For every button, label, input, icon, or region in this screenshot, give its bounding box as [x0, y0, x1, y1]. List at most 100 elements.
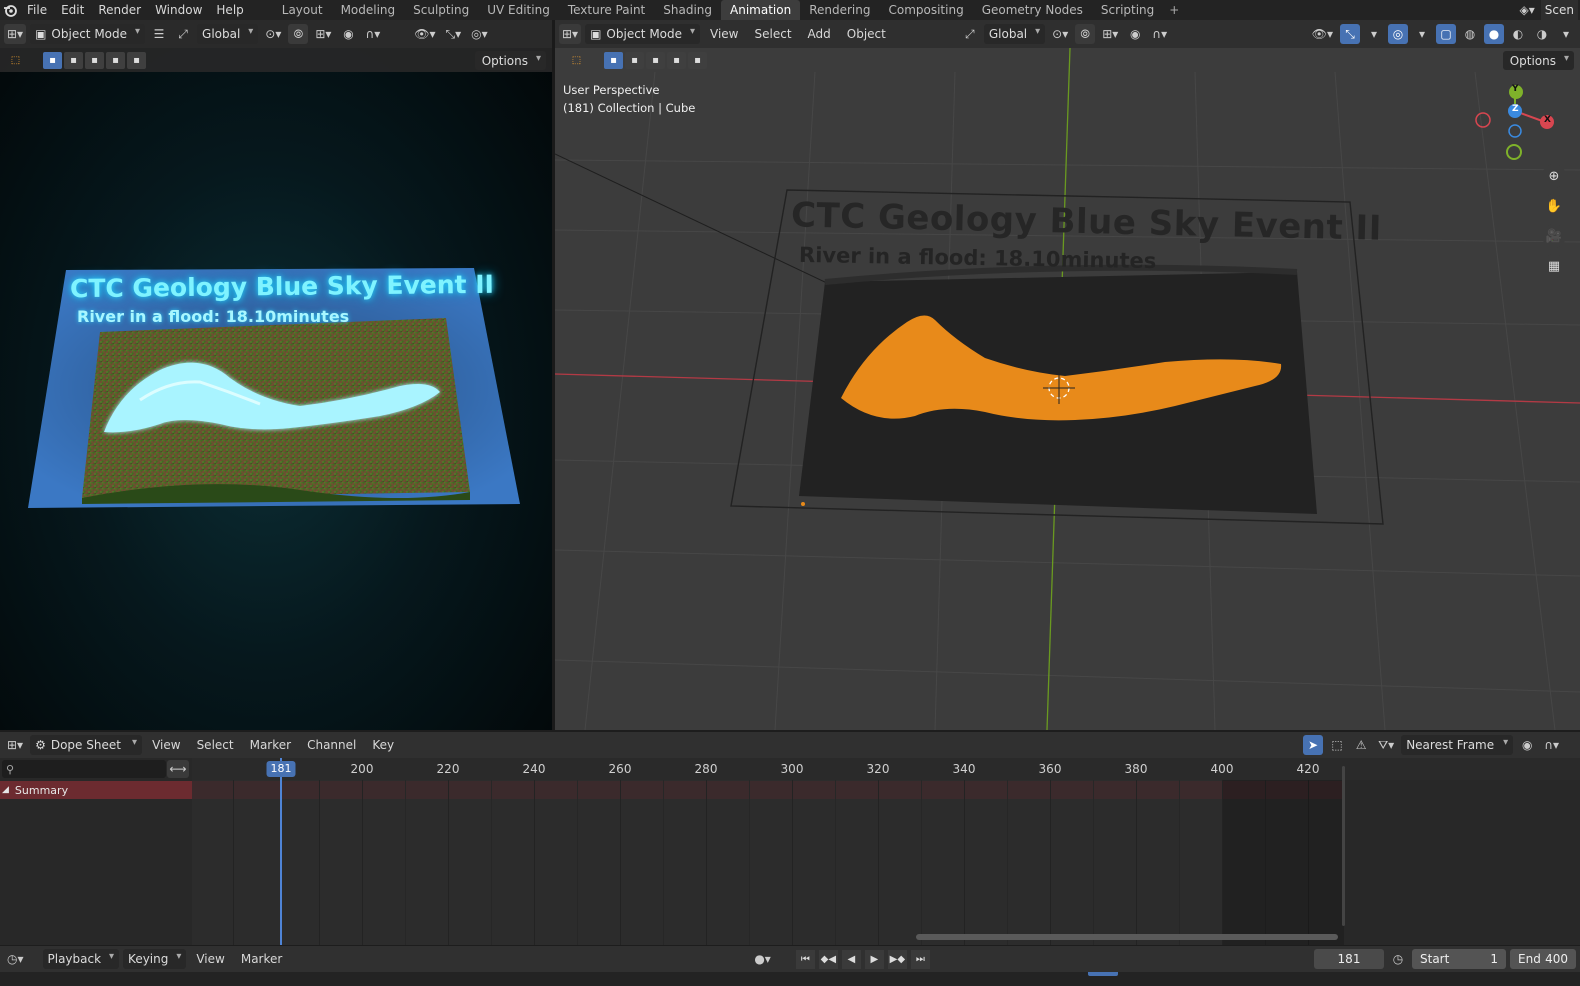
swap-icon[interactable]: ⟷: [167, 760, 189, 778]
playback-dropdown[interactable]: Playback: [42, 949, 120, 969]
menu-marker[interactable]: Marker: [235, 952, 288, 966]
frame-ruler[interactable]: 200 220 240 260 280 300 320 340 360 380 …: [192, 758, 1580, 780]
viewport-info: User Perspective (181) Collection | Cube: [563, 81, 695, 117]
start-frame-field[interactable]: Start 1: [1412, 949, 1506, 969]
dope-sheet-header: ⊞▾ ⚙ Dope Sheet View Select Marker Chann…: [0, 732, 1580, 758]
frame-tick: 240: [522, 762, 546, 776]
zoom-icon[interactable]: ⊕: [1542, 164, 1566, 188]
frame-tick: 320: [866, 762, 890, 776]
current-frame-value: 181: [1337, 952, 1361, 966]
blender-logo-icon[interactable]: [0, 0, 20, 20]
gizmo-z-label: Z: [1512, 104, 1519, 114]
workspace-tab-scripting[interactable]: Scripting: [1092, 0, 1163, 20]
menu-select[interactable]: Select: [191, 738, 240, 752]
rendered-scene: [28, 268, 520, 508]
menu-window[interactable]: Window: [148, 0, 209, 20]
jump-end-icon[interactable]: ⏭: [910, 949, 930, 969]
camera-view-icon[interactable]: 🎥: [1542, 224, 1566, 248]
menu-help[interactable]: Help: [209, 0, 250, 20]
menu-file[interactable]: File: [20, 0, 54, 20]
frame-tick: 380: [1124, 762, 1148, 776]
status-bar: [0, 972, 1580, 986]
play-reverse-icon[interactable]: ◀: [841, 949, 861, 969]
add-workspace-icon[interactable]: +: [1163, 3, 1185, 17]
dope-sheet-mode-dropdown[interactable]: ⚙ Dope Sheet: [30, 735, 143, 755]
editor-type-icon[interactable]: ◷▾: [4, 949, 27, 969]
render-title-text: CTC Geology Blue Sky Event II: [69, 269, 494, 304]
playhead-line[interactable]: [280, 758, 282, 945]
vertical-scrollbar[interactable]: [1342, 766, 1345, 926]
frame-tick: 340: [952, 762, 976, 776]
frame-tick: 300: [780, 762, 804, 776]
jump-start-icon[interactable]: ⏮: [795, 949, 815, 969]
record-icon[interactable]: ●▾: [751, 949, 774, 969]
workspace-tab-geometry-nodes[interactable]: Geometry Nodes: [973, 0, 1092, 20]
rendered-viewport[interactable]: ⊞▾ ▣ Object Mode ☰ ⤢ Global ⊙▾ ⦾ ⊞▾ ◉ ∩▾…: [0, 20, 552, 730]
only-errors-icon[interactable]: ⚠: [1351, 735, 1371, 755]
dope-sheet-icon: ⚙: [35, 738, 46, 752]
workspace-tab-uv-editing[interactable]: UV Editing: [478, 0, 559, 20]
workspace-tab-shading[interactable]: Shading: [654, 0, 721, 20]
perspective-toggle-icon[interactable]: ▦: [1542, 254, 1566, 278]
workspace-tab-animation[interactable]: Animation: [721, 0, 801, 20]
dope-sheet-editor[interactable]: ⊞▾ ⚙ Dope Sheet View Select Marker Chann…: [0, 732, 1580, 945]
playhead-frame-indicator[interactable]: 181: [266, 761, 296, 777]
horizontal-scrollbar[interactable]: [916, 934, 1338, 940]
preview-range-icon[interactable]: ◷: [1388, 949, 1408, 969]
menu-channel[interactable]: Channel: [301, 738, 362, 752]
frame-tick: 400: [1210, 762, 1234, 776]
collection-label: (181) Collection | Cube: [563, 101, 696, 115]
workspace-tab-texture-paint[interactable]: Texture Paint: [559, 0, 654, 20]
menu-edit[interactable]: Edit: [54, 0, 91, 20]
channel-summary[interactable]: ◢ Summary: [0, 781, 192, 799]
expand-triangle-icon[interactable]: ◢: [2, 785, 9, 795]
render-subtitle-text: River in a flood: 18.10minutes: [77, 307, 350, 326]
perspective-label: User Perspective: [563, 83, 660, 97]
current-frame-field[interactable]: 181: [1314, 949, 1384, 969]
scene-selector-icon[interactable]: ◈▾: [1520, 3, 1535, 17]
dope-sheet-mode-label: Dope Sheet: [50, 738, 121, 752]
snapping-dropdown[interactable]: Nearest Frame: [1401, 735, 1514, 755]
frame-tick: 420: [1296, 762, 1320, 776]
start-value: 1: [1490, 952, 1498, 966]
end-value: 400: [1545, 952, 1568, 966]
workspace-tab-compositing[interactable]: Compositing: [879, 0, 972, 20]
viewport-scene: [555, 47, 1580, 730]
timeline-header: ◷▾ Playback Keying View Marker ●▾ ⏮ ◆◀ ◀…: [0, 946, 1580, 972]
solid-viewport[interactable]: ⊞▾ ▣ Object Mode View Select Add Object …: [555, 20, 1580, 730]
editor-type-icon[interactable]: ⊞▾: [4, 735, 26, 755]
workspace-tab-layout[interactable]: Layout: [273, 0, 332, 20]
workspace-tab-modeling[interactable]: Modeling: [332, 0, 405, 20]
falloff-icon[interactable]: ∩▾: [1541, 735, 1562, 755]
workspace-tab-sculpting[interactable]: Sculpting: [404, 0, 478, 20]
show-hidden-icon[interactable]: ⬚: [1327, 735, 1347, 755]
menu-marker[interactable]: Marker: [244, 738, 297, 752]
menu-key[interactable]: Key: [366, 738, 400, 752]
top-menu-bar: File Edit Render Window Help Layout Mode…: [0, 0, 1580, 20]
play-icon[interactable]: ▶: [864, 949, 884, 969]
channel-search-input[interactable]: ⚲: [2, 760, 166, 778]
scene-name-field[interactable]: Scen: [1540, 0, 1578, 20]
navigation-gizmo[interactable]: [1475, 85, 1554, 160]
menu-view[interactable]: View: [190, 952, 230, 966]
frame-tick: 360: [1038, 762, 1062, 776]
menu-render[interactable]: Render: [91, 0, 148, 20]
proportional-edit-icon[interactable]: ◉: [1517, 735, 1537, 755]
frame-tick: 200: [350, 762, 374, 776]
menu-view[interactable]: View: [146, 738, 186, 752]
workspace-tab-rendering[interactable]: Rendering: [800, 0, 879, 20]
gizmo-y-label: Y: [1512, 84, 1519, 94]
pan-hand-icon[interactable]: ✋: [1542, 194, 1566, 218]
frame-tick: 220: [436, 762, 460, 776]
end-frame-field[interactable]: End 400: [1510, 949, 1576, 969]
jump-prev-keyframe-icon[interactable]: ◆◀: [818, 949, 838, 969]
end-label: End: [1518, 952, 1541, 966]
keying-dropdown[interactable]: Keying: [123, 949, 187, 969]
jump-next-keyframe-icon[interactable]: ▶◆: [887, 949, 907, 969]
gizmo-x-label: X: [1544, 115, 1551, 125]
out-of-range-shade: [1223, 780, 1344, 945]
frame-tick: 280: [694, 762, 718, 776]
filter-icon[interactable]: ⛛▾: [1375, 735, 1397, 755]
keyframe-area[interactable]: [192, 780, 1344, 945]
only-selected-icon[interactable]: ➤: [1303, 735, 1324, 755]
